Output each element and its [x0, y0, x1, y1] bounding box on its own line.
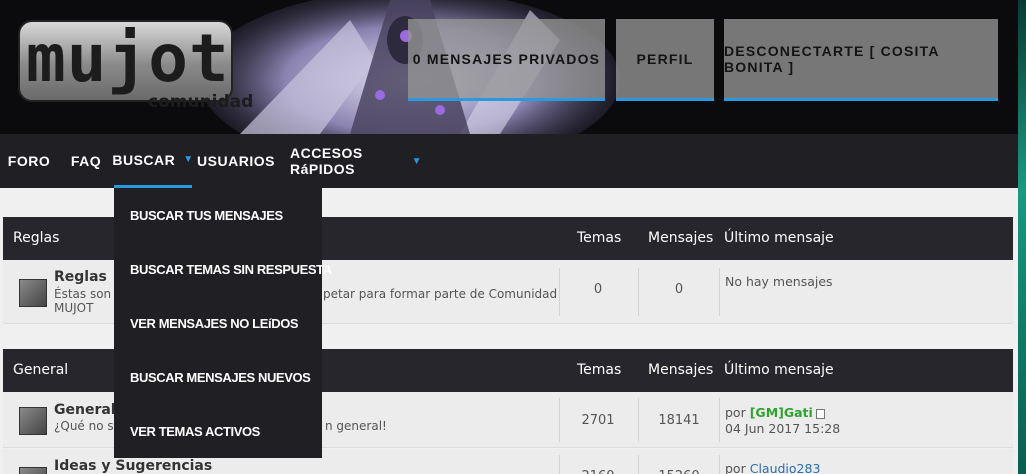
- category-title: General: [13, 362, 69, 378]
- menu-item-temas-activos[interactable]: VER TEMAS ACTIVOS: [130, 404, 260, 458]
- menu-item-buscar-tus-mensajes[interactable]: BUSCAR TUS MENSAJES: [130, 188, 283, 242]
- nav-foro-label: FORO: [7, 153, 51, 169]
- forum-title[interactable]: Ideas y Sugerencias: [54, 458, 212, 474]
- nav-foro[interactable]: FORO: [0, 134, 58, 188]
- profile-button[interactable]: Perfil: [616, 19, 714, 101]
- category-title: Reglas: [13, 230, 60, 246]
- forum-title[interactable]: Reglas: [54, 269, 107, 285]
- nav-usuarios[interactable]: USUARIOS: [197, 134, 275, 188]
- last-post-user[interactable]: [GM]Gati: [750, 405, 813, 420]
- forum-description-cont: n general!: [325, 419, 387, 433]
- column-divider: [719, 455, 720, 474]
- chevron-down-icon: ▼: [183, 154, 194, 165]
- site-header: MUJOT comunidad 0 Mensajes privados Perf…: [0, 0, 1018, 134]
- column-ultimo-mensaje: Último mensaje: [724, 362, 834, 378]
- chevron-down-icon: ▼: [411, 155, 422, 167]
- site-logo[interactable]: MUJOT comunidad: [18, 20, 253, 120]
- forum-description-line2: MUJOT: [54, 301, 94, 315]
- column-temas: Temas: [577, 230, 622, 246]
- forum-locked-icon: [19, 279, 47, 307]
- forum-temas-count: 2160: [558, 469, 638, 474]
- forum-last-post: por [GM]Gati 04 Jun 2017 15:28: [725, 405, 840, 437]
- forum-mensajes-count: 15260: [639, 469, 719, 474]
- column-ultimo-mensaje: Último mensaje: [724, 230, 834, 246]
- logout-button[interactable]: Desconectarte [ Cosita Bonita ]: [724, 19, 998, 101]
- nav-accesos-rapidos[interactable]: ACCESOS RáPIDOS ▼: [290, 134, 422, 188]
- forum-icon: [19, 467, 47, 474]
- logo-text: MUJOT: [26, 20, 230, 97]
- main-nav: FORO FAQ BUSCAR ▼ USUARIOS ACCESOS RáPID…: [0, 134, 1018, 188]
- forum-last-post: por Claudio283: [725, 461, 820, 474]
- last-post-user[interactable]: Claudio283: [750, 461, 821, 474]
- nav-faq-label: FAQ: [70, 153, 102, 169]
- last-post-date: 04 Jun 2017 15:28: [725, 421, 841, 436]
- forum-title[interactable]: General: [54, 402, 116, 418]
- forum-description: Éstas son: [54, 287, 112, 301]
- forum-description: ¿Qué no s: [54, 419, 114, 433]
- last-post-by: por: [725, 461, 746, 474]
- private-messages-button[interactable]: 0 Mensajes privados: [408, 19, 605, 101]
- forum-description-cont: petar para formar parte de Comunidad: [323, 287, 558, 301]
- view-latest-post-icon[interactable]: [815, 408, 825, 419]
- forum-temas-count: 0: [593, 282, 603, 297]
- nav-accesos-label: ACCESOS RáPIDOS: [290, 145, 363, 177]
- logo-subtext: comunidad: [148, 92, 254, 112]
- column-divider: [719, 398, 720, 442]
- forum-icon: [19, 407, 47, 435]
- nav-usuarios-label: USUARIOS: [197, 153, 275, 169]
- nav-buscar[interactable]: BUSCAR ▼: [112, 134, 194, 188]
- column-divider: [719, 268, 720, 316]
- column-mensajes: Mensajes: [648, 230, 714, 246]
- forum-last-post: No hay mensajes: [725, 274, 833, 289]
- nav-buscar-label: BUSCAR: [112, 151, 176, 168]
- menu-item-mensajes-nuevos[interactable]: BUSCAR MENSAJES NUEVOS: [130, 350, 311, 404]
- forum-mensajes-count: 0: [674, 282, 684, 297]
- nav-faq[interactable]: FAQ: [62, 134, 110, 188]
- background-strip: [1018, 0, 1026, 474]
- forum-page: MUJOT comunidad 0 Mensajes privados Perf…: [0, 0, 1018, 474]
- menu-item-temas-sin-respuesta[interactable]: BUSCAR TEMAS SIN RESPUESTA: [130, 242, 332, 296]
- forum-mensajes-count: 18141: [658, 413, 700, 428]
- last-post-by: por: [725, 405, 746, 420]
- column-mensajes: Mensajes: [648, 362, 714, 378]
- column-temas: Temas: [577, 362, 622, 378]
- menu-item-mensajes-no-leidos[interactable]: VER MENSAJES NO LEíDOS: [130, 296, 299, 350]
- buscar-dropdown-menu: BUSCAR TUS MENSAJES BUSCAR TEMAS SIN RES…: [114, 188, 332, 458]
- forum-temas-count: 2701: [581, 413, 615, 428]
